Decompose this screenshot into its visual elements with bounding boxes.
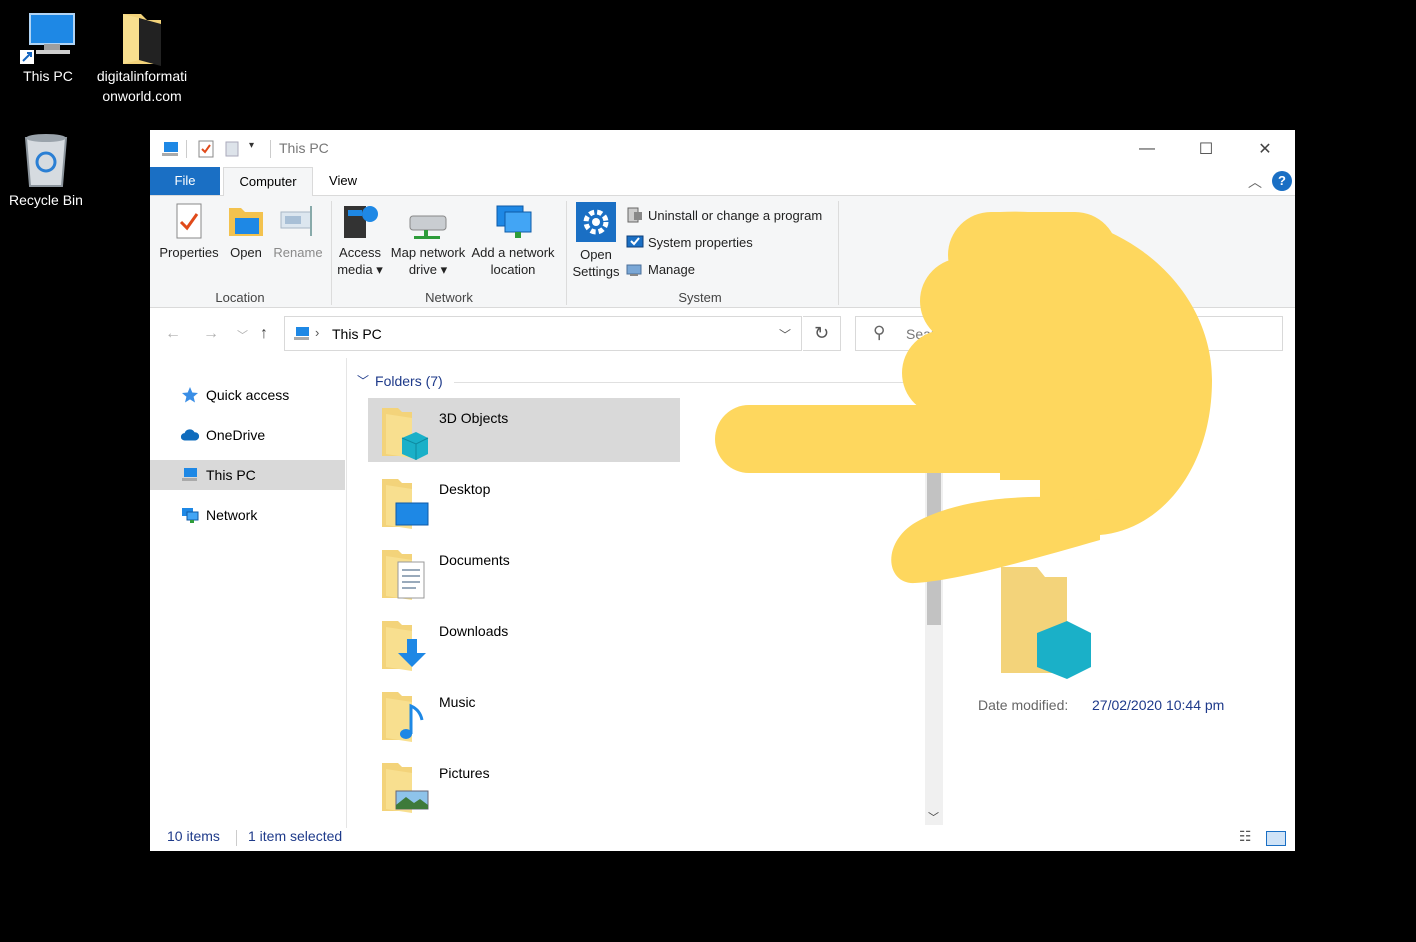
pointing-hand-overlay [715,211,1212,584]
